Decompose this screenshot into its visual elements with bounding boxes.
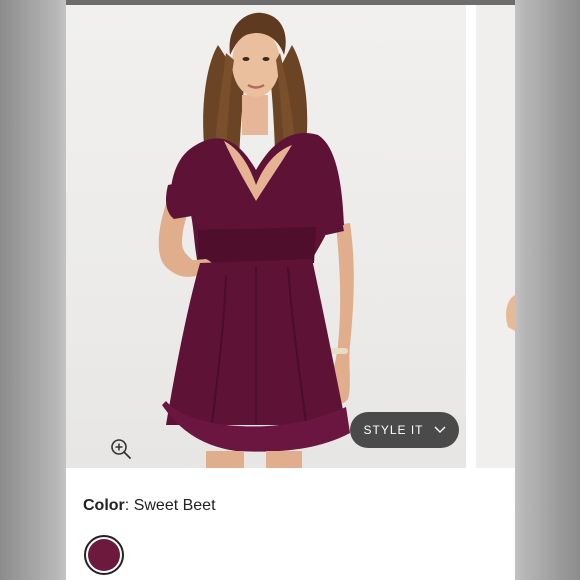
style-it-label: STYLE IT [363, 423, 424, 437]
product-image-main[interactable]: STYLE IT [66, 5, 466, 468]
product-page: STYLE IT Color: Sweet Beet [66, 0, 515, 580]
color-swatch-selected[interactable] [84, 535, 124, 575]
color-label: Color [83, 497, 125, 514]
next-product-image-peek[interactable] [476, 5, 515, 468]
chevron-down-icon [434, 426, 445, 433]
color-selection-label: Color: Sweet Beet [83, 497, 216, 515]
style-it-button[interactable]: STYLE IT [350, 412, 459, 448]
next-image-preview [506, 295, 515, 331]
color-swatch-sweet-beet [88, 539, 120, 571]
color-separator: : [124, 497, 130, 514]
model-dress-image [158, 12, 354, 468]
zoom-in-icon [111, 439, 131, 459]
zoom-button[interactable] [110, 438, 132, 460]
color-name: Sweet Beet [133, 497, 216, 514]
product-image-carousel[interactable]: STYLE IT [66, 5, 515, 468]
